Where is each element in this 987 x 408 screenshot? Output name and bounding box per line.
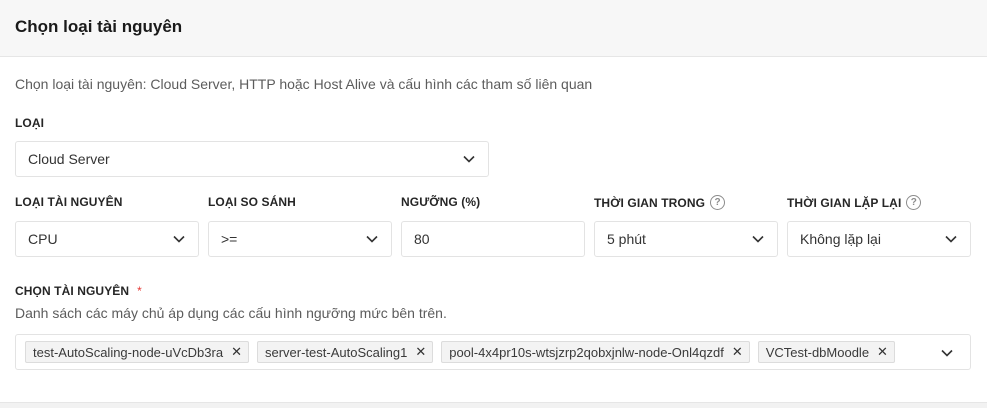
section-description: Chọn loại tài nguyên: Cloud Server, HTTP… — [15, 76, 593, 92]
resource-tag-label: VCTest-dbMoodle — [765, 344, 870, 360]
repeat-label: THỜI GIAN LẶP LẠI ? — [787, 195, 922, 210]
resources-label: CHỌN TÀI NGUYÊN * — [15, 284, 142, 298]
resources-multiselect[interactable]: test-AutoScaling-node-uVcDb3ra ✕ server-… — [15, 334, 971, 370]
threshold-label: NGƯỠNG (%) — [401, 195, 481, 209]
resource-type-value: CPU — [28, 231, 58, 247]
resources-hint: Danh sách các máy chủ áp dụng các cấu hì… — [15, 305, 447, 321]
threshold-value: 80 — [414, 231, 430, 247]
type-select[interactable]: Cloud Server — [15, 141, 489, 177]
resource-tag: server-test-AutoScaling1 ✕ — [256, 341, 434, 363]
remove-tag-icon[interactable]: ✕ — [415, 344, 426, 360]
chevron-down-icon — [462, 152, 476, 166]
chevron-down-icon — [751, 232, 765, 246]
chevron-down-icon — [172, 232, 186, 246]
help-icon[interactable]: ? — [710, 195, 726, 210]
duration-label: THỜI GIAN TRONG ? — [594, 195, 726, 210]
comparison-select[interactable]: >= — [208, 221, 392, 257]
resource-tag: pool-4x4pr10s-wtsjzrp2qobxjnlw-node-Onl4… — [441, 341, 750, 363]
comparison-label: LOẠI SO SÁNH — [208, 195, 296, 209]
section-header: Chọn loại tài nguyên — [0, 0, 987, 57]
resource-type-label: LOẠI TÀI NGUYÊN — [15, 195, 123, 209]
type-label: LOẠI — [15, 116, 45, 130]
duration-select[interactable]: 5 phút — [594, 221, 778, 257]
duration-value: 5 phút — [607, 231, 646, 247]
threshold-input[interactable]: 80 — [401, 221, 585, 257]
required-mark: * — [137, 284, 142, 298]
resource-tag-label: server-test-AutoScaling1 — [264, 344, 408, 360]
resource-tag: VCTest-dbMoodle ✕ — [757, 341, 895, 363]
section-footer-divider — [0, 402, 987, 408]
comparison-value: >= — [221, 231, 238, 247]
repeat-select[interactable]: Không lặp lại — [787, 221, 971, 257]
remove-tag-icon[interactable]: ✕ — [231, 344, 242, 360]
resource-tag-label: test-AutoScaling-node-uVcDb3ra — [33, 344, 224, 360]
chevron-down-icon — [944, 232, 958, 246]
section-title: Chọn loại tài nguyên — [15, 17, 183, 36]
chevron-down-icon[interactable] — [940, 346, 954, 360]
chevron-down-icon — [365, 232, 379, 246]
resource-tag: test-AutoScaling-node-uVcDb3ra ✕ — [25, 341, 249, 363]
repeat-value: Không lặp lại — [800, 231, 881, 247]
help-icon[interactable]: ? — [906, 195, 922, 210]
resource-type-select[interactable]: CPU — [15, 221, 199, 257]
remove-tag-icon[interactable]: ✕ — [877, 344, 888, 360]
type-select-value: Cloud Server — [28, 151, 110, 167]
remove-tag-icon[interactable]: ✕ — [732, 344, 743, 360]
resource-tag-label: pool-4x4pr10s-wtsjzrp2qobxjnlw-node-Onl4… — [449, 344, 724, 360]
